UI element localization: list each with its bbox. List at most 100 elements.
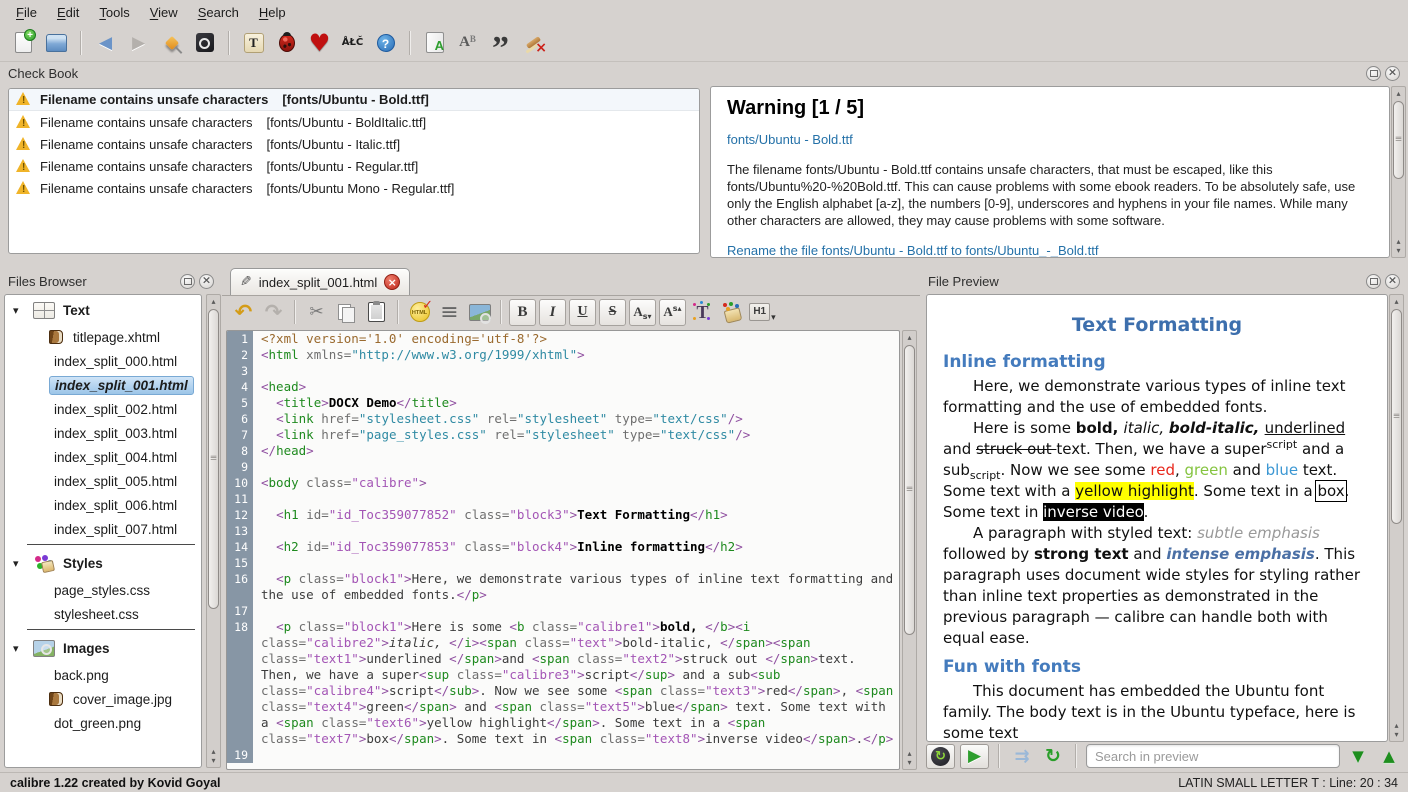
file-item[interactable]: index_split_007.html — [5, 517, 201, 541]
scroll-down-icon[interactable]: ▾ — [903, 758, 916, 767]
warning-row[interactable]: Filename contains unsafe characters[font… — [9, 155, 699, 177]
pin-icon[interactable] — [158, 29, 185, 56]
scroll-up-icon[interactable]: ▴ — [1390, 297, 1403, 306]
file-item[interactable]: back.png — [5, 663, 201, 687]
float-panel-icon[interactable] — [1366, 66, 1381, 81]
donate-icon[interactable] — [306, 29, 333, 56]
menu-view[interactable]: View — [140, 2, 188, 23]
preview-scrollbar[interactable]: ▴ ▴ ▾ — [1389, 294, 1404, 742]
find-previous-button[interactable] — [1376, 744, 1402, 769]
embed-fonts-icon[interactable] — [191, 29, 218, 56]
superscript-icon[interactable] — [659, 299, 686, 326]
clean-css-icon[interactable] — [520, 29, 547, 56]
tab-close-icon[interactable]: × — [384, 274, 400, 290]
auto-reload-button[interactable] — [926, 744, 955, 769]
scroll-up-icon[interactable]: ▴ — [1392, 89, 1405, 98]
section-styles[interactable]: ▾Styles — [5, 548, 201, 578]
scrollbar-thumb[interactable] — [1391, 309, 1402, 524]
reload-preview-button[interactable] — [1040, 744, 1066, 769]
file-item[interactable]: page_styles.css — [5, 578, 201, 602]
menu-file[interactable]: File — [6, 2, 47, 23]
beautify-icon[interactable] — [436, 299, 463, 326]
redo-nav-icon[interactable] — [125, 29, 152, 56]
strike-icon[interactable] — [599, 299, 626, 326]
paste-icon[interactable] — [363, 299, 390, 326]
help-icon[interactable] — [372, 29, 399, 56]
editor-scrollbar[interactable]: ▴ ▴ ▾ — [902, 330, 917, 770]
float-panel-icon[interactable] — [1366, 274, 1381, 289]
bold-icon[interactable] — [509, 299, 536, 326]
find-next-button[interactable] — [1345, 744, 1371, 769]
fix-html-icon[interactable] — [406, 299, 433, 326]
scroll-down-icon[interactable]: ▾ — [207, 756, 220, 765]
file-item[interactable]: index_split_002.html — [5, 397, 201, 421]
close-panel-icon[interactable] — [1385, 66, 1400, 81]
subscript-icon[interactable] — [629, 299, 656, 326]
warning-row[interactable]: Filename contains unsafe characters[font… — [9, 133, 699, 155]
undo-nav-icon[interactable] — [92, 29, 119, 56]
scroll-up2-icon[interactable]: ▴ — [903, 749, 916, 758]
copy-icon[interactable] — [333, 299, 360, 326]
section-text[interactable]: ▾Text — [5, 295, 201, 325]
menu-tools[interactable]: Tools — [89, 2, 139, 23]
warning-file-link[interactable]: fonts/Ubuntu - Bold.ttf — [727, 132, 1373, 147]
special-char-icon[interactable] — [689, 299, 716, 326]
heading-menu-icon[interactable] — [749, 299, 776, 326]
scrollbar-thumb[interactable] — [208, 309, 219, 609]
insert-image-icon[interactable] — [466, 299, 493, 326]
scroll-up-icon[interactable]: ▴ — [903, 333, 916, 342]
redo-icon[interactable] — [260, 299, 287, 326]
italic-icon[interactable] — [539, 299, 566, 326]
warning-row[interactable]: Filename contains unsafe characters[font… — [9, 89, 699, 111]
scroll-down-icon[interactable]: ▾ — [1392, 246, 1405, 255]
file-item[interactable]: stylesheet.css — [5, 602, 201, 626]
new-file-icon[interactable] — [10, 29, 37, 56]
transform-case-icon[interactable] — [454, 29, 481, 56]
float-panel-icon[interactable] — [180, 274, 195, 289]
scroll-up2-icon[interactable]: ▴ — [207, 747, 220, 756]
menu-search[interactable]: Search — [188, 2, 249, 23]
file-item[interactable]: index_split_000.html — [5, 349, 201, 373]
files-scrollbar[interactable]: ▴ ▴ ▾ — [206, 294, 221, 768]
close-panel-icon[interactable] — [199, 274, 214, 289]
cut-icon[interactable] — [303, 299, 330, 326]
file-item[interactable]: index_split_006.html — [5, 493, 201, 517]
scrollbar-thumb[interactable] — [904, 345, 915, 635]
scroll-up2-icon[interactable]: ▴ — [1390, 721, 1403, 730]
file-item[interactable]: index_split_005.html — [5, 469, 201, 493]
warning-row[interactable]: Filename contains unsafe characters[font… — [9, 111, 699, 133]
section-images[interactable]: ▾Images — [5, 633, 201, 663]
spell-check-icon[interactable] — [421, 29, 448, 56]
tab-index-split-001[interactable]: index_split_001.html × — [230, 268, 410, 295]
warning-detail-scrollbar[interactable]: ▴ ▴ ▾ — [1391, 86, 1406, 258]
smarten-icon[interactable] — [487, 29, 514, 56]
close-panel-icon[interactable] — [1385, 274, 1400, 289]
run-preview-button[interactable] — [960, 744, 989, 769]
file-item[interactable]: index_split_001.html — [5, 373, 201, 397]
file-item[interactable]: titlepage.xhtml — [5, 325, 201, 349]
warning-row[interactable]: Filename contains unsafe characters[font… — [9, 177, 699, 199]
font-tile-icon[interactable] — [240, 29, 267, 56]
preview-search-input[interactable] — [1086, 744, 1340, 768]
file-item[interactable]: cover_image.jpg — [5, 687, 201, 711]
file-item[interactable]: dot_green.png — [5, 711, 201, 735]
follow-cursor-button[interactable] — [1009, 744, 1035, 769]
undo-icon[interactable] — [230, 299, 257, 326]
code-editor[interactable]: 1<?xml version='1.0' encoding='utf-8'?>2… — [226, 330, 900, 770]
file-item[interactable]: index_split_003.html — [5, 421, 201, 445]
underline-icon[interactable] — [569, 299, 596, 326]
special-chars-icon[interactable] — [339, 29, 366, 56]
chevron-down-icon[interactable]: ▾ — [13, 304, 25, 317]
warning-rename-link[interactable]: Rename the file fonts/Ubuntu - Bold.ttf … — [727, 243, 1373, 258]
check-bug-icon[interactable] — [273, 29, 300, 56]
scroll-up2-icon[interactable]: ▴ — [1392, 237, 1405, 246]
menu-help[interactable]: Help — [249, 2, 296, 23]
file-item[interactable]: index_split_004.html — [5, 445, 201, 469]
menu-edit[interactable]: Edit — [47, 2, 89, 23]
scroll-up-icon[interactable]: ▴ — [207, 297, 220, 306]
save-icon[interactable] — [43, 29, 70, 56]
color-icon[interactable] — [719, 299, 746, 326]
scrollbar-thumb[interactable] — [1393, 101, 1404, 179]
chevron-down-icon[interactable]: ▾ — [13, 642, 25, 655]
scroll-down-icon[interactable]: ▾ — [1390, 730, 1403, 739]
